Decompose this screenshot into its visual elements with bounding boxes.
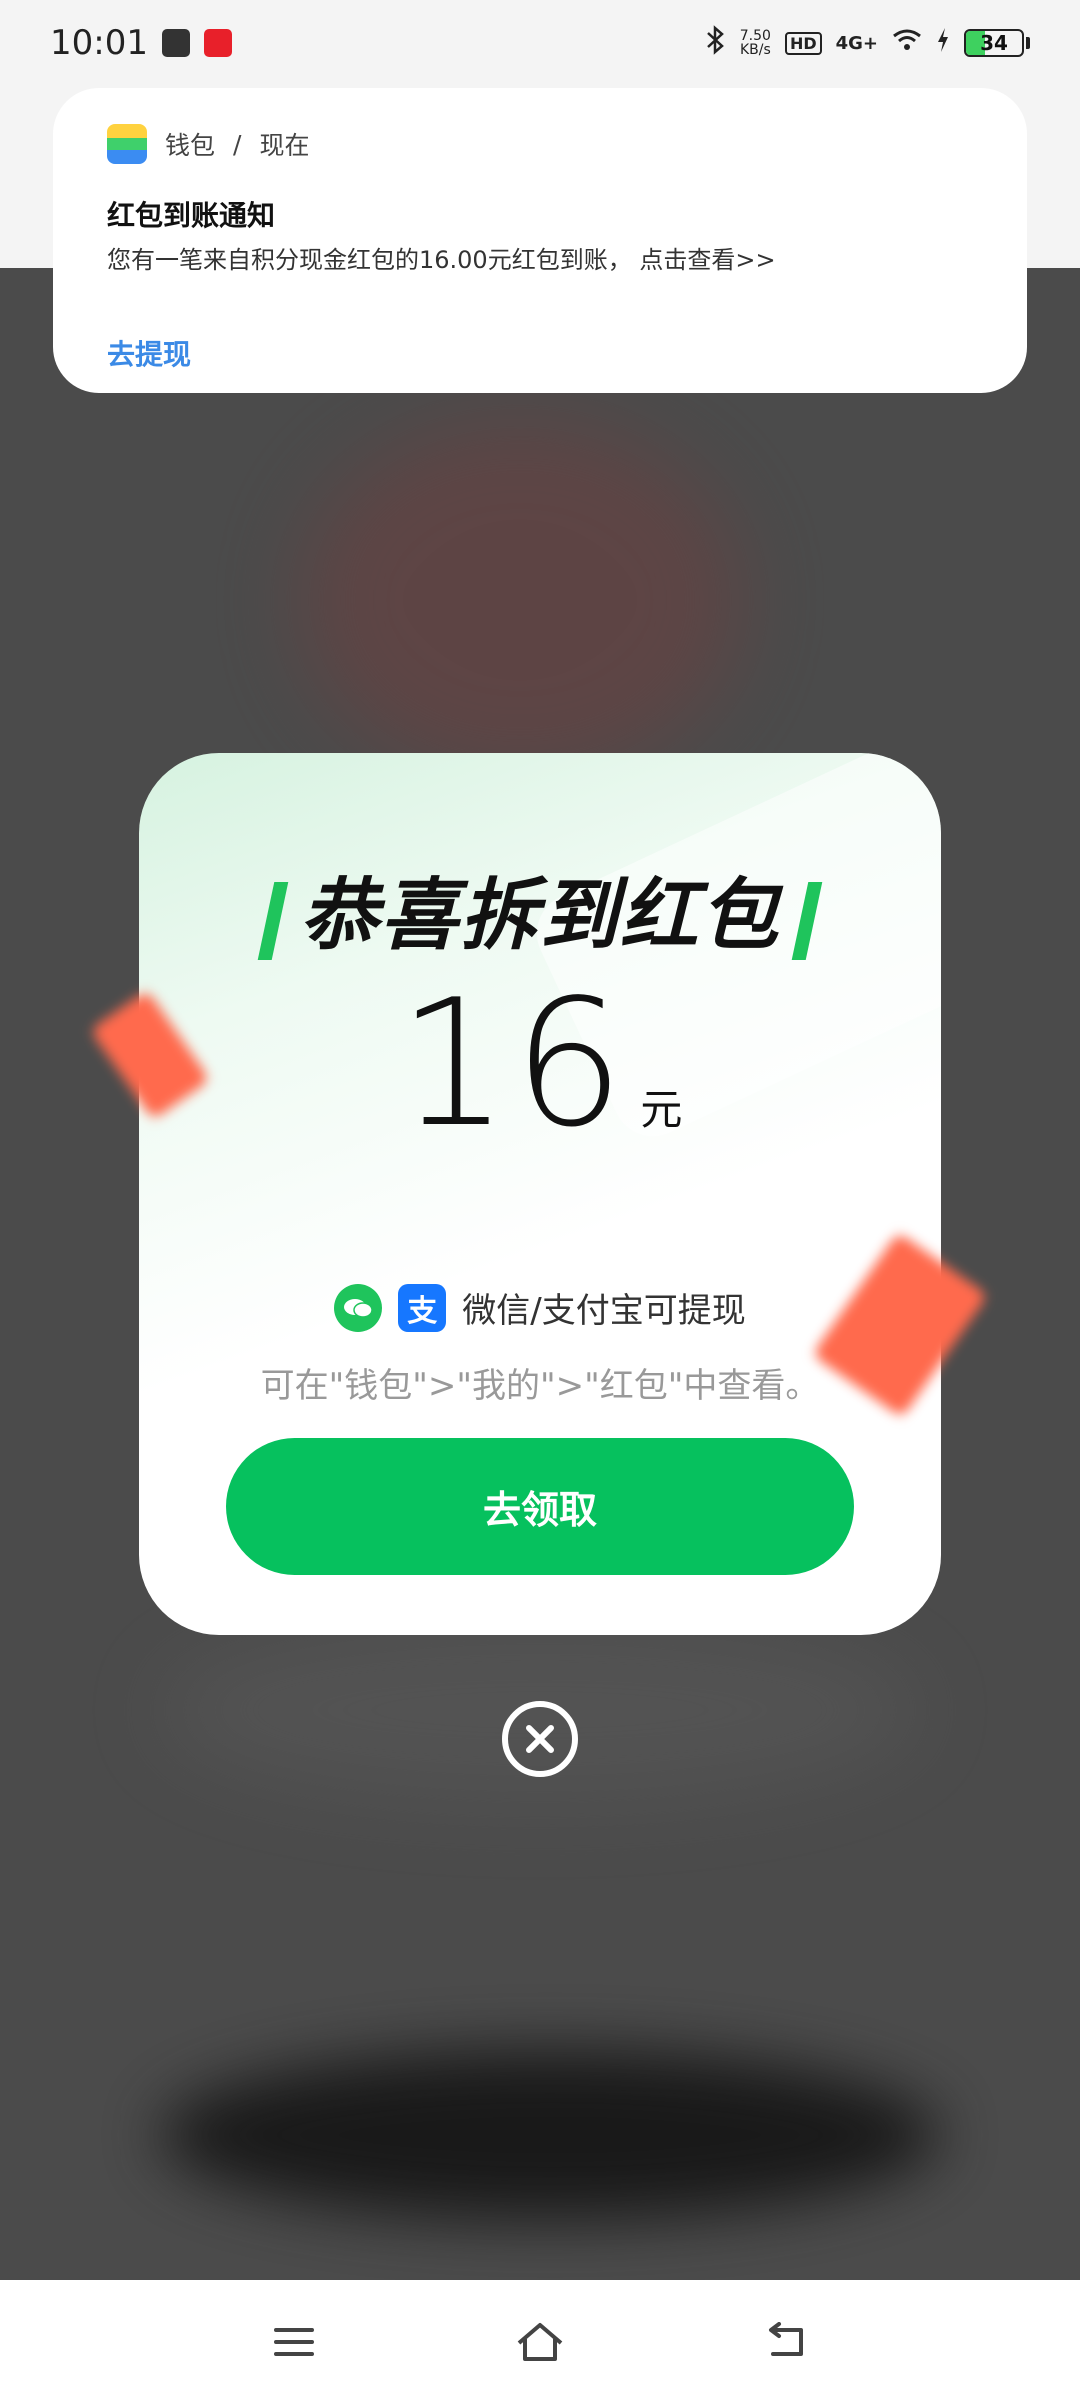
battery-icon: 34 <box>964 29 1030 57</box>
notification-app-name: 钱包 <box>165 131 216 160</box>
amount-unit: 元 <box>640 1085 683 1134</box>
notification-separator: / <box>233 129 242 159</box>
red-packet-card: 恭喜拆到红包 16 元 支 微信/支付宝可提现 可在"钱包">"我的">"红包"中… <box>139 753 941 1635</box>
red-packet-title: 恭喜拆到红包 <box>139 853 941 965</box>
notification-title: 红包到账通知 <box>107 199 276 232</box>
home-icon[interactable] <box>512 2314 568 2370</box>
network-type: 4G+ <box>835 32 878 54</box>
wallet-app-icon <box>107 124 147 164</box>
bluetooth-icon <box>704 25 726 61</box>
withdraw-text: 微信/支付宝可提现 <box>462 1291 746 1331</box>
wifi-icon <box>892 28 922 58</box>
notification-body: 您有一笔来自积分现金红包的16.00元红包到账， 点击查看>> <box>107 246 776 274</box>
status-bar: 10:01 7.50 KB/s HD 4G+ 34 <box>0 0 1080 86</box>
back-icon[interactable] <box>758 2314 814 2370</box>
net-speed: 7.50 KB/s <box>740 29 771 57</box>
blurred-background-shape <box>300 420 740 780</box>
withdraw-methods: 支 微信/支付宝可提现 <box>139 1283 941 1332</box>
withdraw-action-button[interactable]: 去提现 <box>107 333 973 373</box>
notification-app-icon <box>161 29 190 57</box>
notification-time: 现在 <box>259 131 310 160</box>
wallet-hint: 可在"钱包">"我的">"红包"中查看。 <box>260 1366 820 1406</box>
blurred-background-shape <box>160 2050 940 2220</box>
status-time: 10:01 <box>50 23 148 63</box>
battery-percent: 34 <box>980 31 1008 55</box>
red-packet-amount: 16 元 <box>139 963 941 1166</box>
navigation-bar <box>0 2280 1080 2404</box>
charging-icon <box>936 27 950 59</box>
notification-card[interactable]: 钱包 / 现在 红包到账通知 您有一笔来自积分现金红包的16.00元红包到账， … <box>53 88 1027 393</box>
close-icon[interactable] <box>502 1701 578 1777</box>
notification-app-icon <box>203 29 232 57</box>
red-packet-title-text: 恭喜拆到红包 <box>299 871 780 961</box>
menu-icon[interactable] <box>266 2314 322 2370</box>
amount-value: 16 <box>397 963 629 1166</box>
hd-badge: HD <box>784 31 822 55</box>
alipay-icon: 支 <box>398 1283 447 1332</box>
net-speed-unit: KB/s <box>739 42 771 58</box>
claim-button[interactable]: 去领取 <box>226 1438 854 1575</box>
wechat-icon <box>334 1283 383 1332</box>
net-speed-value: 7.50 <box>739 28 771 44</box>
